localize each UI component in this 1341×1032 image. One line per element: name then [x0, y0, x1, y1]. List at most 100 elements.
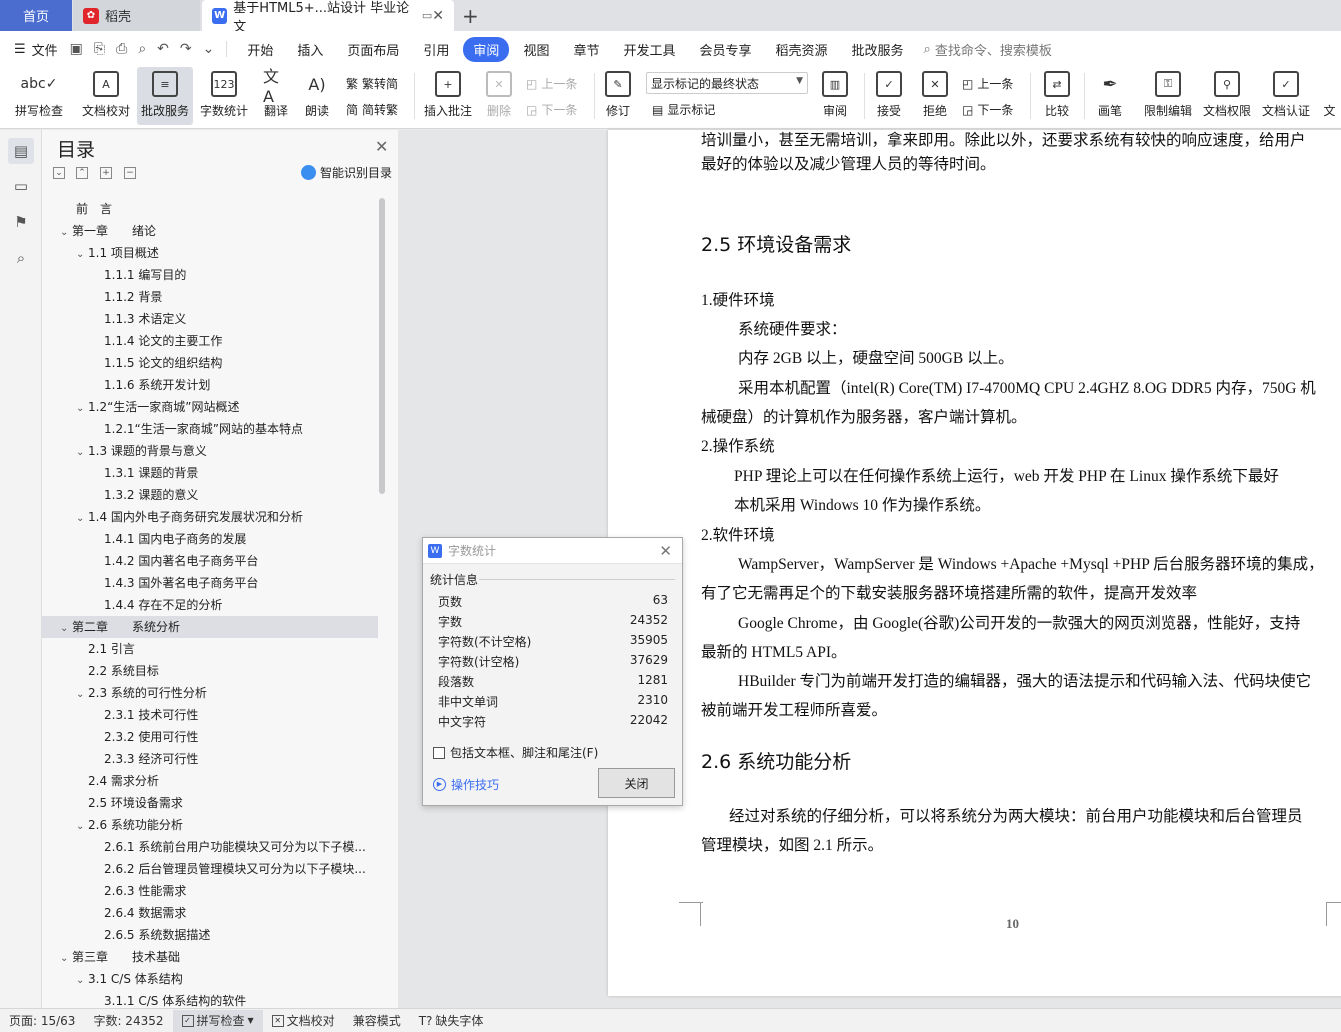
- add-tab-button[interactable]: +: [462, 4, 479, 28]
- toc-item[interactable]: 1.1.5 论文的组织结构: [42, 352, 378, 374]
- close-tab-icon[interactable]: ✕: [432, 8, 444, 24]
- toc-item[interactable]: 2.6.2 后台管理员管理模块又可分为以下子模块...: [42, 858, 378, 880]
- menu-tab[interactable]: 章节: [563, 37, 609, 62]
- menu-tab[interactable]: 会员专享: [689, 37, 761, 62]
- toc-item[interactable]: 2.6.3 性能需求: [42, 880, 378, 902]
- toc-item[interactable]: 1.1.2 背景: [42, 286, 378, 308]
- insert-comment-button[interactable]: + 插入批注: [420, 67, 476, 125]
- menu-tab[interactable]: 开发工具: [613, 37, 685, 62]
- toc-item[interactable]: 1.2.1“生活一家商城”网站的基本特点: [42, 418, 378, 440]
- word-count-indicator[interactable]: 字数: 24352: [84, 1012, 172, 1029]
- close-icon[interactable]: ✕: [659, 542, 672, 560]
- bookmark-icon[interactable]: ⚑: [8, 209, 34, 235]
- toc-item[interactable]: 1.1.6 系统开发计划: [42, 374, 378, 396]
- prev-comment-button[interactable]: ◰ 上一条: [526, 75, 577, 92]
- delete-comment-button[interactable]: ✕ 删除: [478, 67, 520, 125]
- undo-icon[interactable]: ↶: [157, 41, 169, 57]
- chevron-down-icon[interactable]: ⌄: [76, 244, 88, 264]
- proofread-toggle[interactable]: ✕ 文档校对: [263, 1012, 344, 1029]
- translate-button[interactable]: 文A 翻译: [256, 67, 296, 125]
- menu-tab[interactable]: 开始: [237, 37, 283, 62]
- monitor-icon[interactable]: ▭: [422, 9, 432, 22]
- chevron-down-icon[interactable]: ⌄: [60, 948, 72, 968]
- toc-item[interactable]: 1.4.3 国外著名电子商务平台: [42, 572, 378, 594]
- chapter-nav-icon[interactable]: ▭: [8, 173, 34, 199]
- chevron-down-icon[interactable]: ⌄: [60, 618, 72, 638]
- page-indicator[interactable]: 页面: 15/63: [0, 1012, 84, 1029]
- menu-tab[interactable]: 插入: [287, 37, 333, 62]
- file-menu[interactable]: ☰ 文件: [0, 40, 70, 59]
- toc-item[interactable]: 2.6.4 数据需求: [42, 902, 378, 924]
- close-button[interactable]: 关闭: [598, 768, 675, 798]
- toc-item[interactable]: 前 言: [42, 198, 378, 220]
- toc-item[interactable]: 2.3.2 使用可行性: [42, 726, 378, 748]
- toc-item[interactable]: ⌄ 1.1 项目概述: [42, 242, 378, 264]
- export-pdf-icon[interactable]: ⎘: [94, 41, 105, 57]
- pen-button[interactable]: ✒ 画笔: [1090, 67, 1130, 125]
- chevron-down-icon[interactable]: ⌄: [76, 508, 88, 528]
- document-rights-button[interactable]: ⚲ 文档权限: [1200, 67, 1254, 125]
- print-icon[interactable]: ⎙: [116, 41, 127, 57]
- toc-item[interactable]: 1.1.3 术语定义: [42, 308, 378, 330]
- spell-check-toggle[interactable]: ✓ 拼写检查 ▼: [172, 1009, 263, 1032]
- toc-item[interactable]: ⌄ 2.3 系统的可行性分析: [42, 682, 378, 704]
- redo-icon[interactable]: ↷: [180, 41, 192, 57]
- chevron-down-icon[interactable]: ⌄: [76, 970, 88, 990]
- toc-item[interactable]: ⌄ 第一章 绪论: [42, 220, 378, 242]
- tab-daoke[interactable]: ✿ 稻壳: [73, 0, 200, 31]
- tips-link[interactable]: ▶ 操作技巧: [433, 776, 499, 793]
- remove-heading-icon[interactable]: −: [124, 167, 136, 179]
- tab-document[interactable]: W 基于HTML5+...站设计 毕业论文 ▭ ✕: [202, 0, 454, 35]
- show-markup-button[interactable]: ▤ 显示标记: [652, 101, 715, 118]
- toc-item[interactable]: 1.3.1 课题的背景: [42, 462, 378, 484]
- toc-panel-icon[interactable]: ▤: [8, 138, 34, 164]
- add-heading-icon[interactable]: +: [100, 167, 112, 179]
- toc-item[interactable]: 2.3.3 经济可行性: [42, 748, 378, 770]
- toc-item[interactable]: ⌄ 2.6 系统功能分析: [42, 814, 378, 836]
- toc-scrollbar[interactable]: [379, 198, 385, 494]
- review-pane-button[interactable]: ▥ 审阅: [814, 67, 856, 125]
- toc-item[interactable]: 2.6.5 系统数据描述: [42, 924, 378, 946]
- toc-item[interactable]: 2.5 环境设备需求: [42, 792, 378, 814]
- toc-item[interactable]: 2.6.1 系统前台用户功能模块又可分为以下子模...: [42, 836, 378, 858]
- chevron-down-icon[interactable]: ⌄: [76, 442, 88, 462]
- simp-to-trad-button[interactable]: 简简转繁: [346, 101, 398, 118]
- accept-button[interactable]: ✓ 接受: [868, 67, 910, 125]
- toc-item[interactable]: 1.1.4 论文的主要工作: [42, 330, 378, 352]
- trad-to-simp-button[interactable]: 繁繁转简: [346, 75, 398, 92]
- reject-button[interactable]: ✕ 拒绝: [914, 67, 956, 125]
- tab-home[interactable]: 首页: [0, 0, 72, 31]
- chevron-down-icon[interactable]: ⌄: [76, 684, 88, 704]
- toc-item[interactable]: 2.3.1 技术可行性: [42, 704, 378, 726]
- restrict-editing-button[interactable]: ⚿ 限制编辑: [1140, 67, 1196, 125]
- menu-tab[interactable]: 稻壳资源: [766, 37, 838, 62]
- toc-item[interactable]: 2.2 系统目标: [42, 660, 378, 682]
- toc-item[interactable]: ⌄ 第三章 技术基础: [42, 946, 378, 968]
- spell-check-button[interactable]: abc✓ 拼写检查: [6, 67, 72, 125]
- markup-state-select[interactable]: 显示标记的最终状态 ▼: [646, 72, 808, 94]
- toc-item[interactable]: 2.1 引言: [42, 638, 378, 660]
- include-textbox-checkbox[interactable]: 包括文本框、脚注和尾注(F): [433, 744, 598, 761]
- toc-item[interactable]: ⌄ 1.2“生活一家商城”网站概述: [42, 396, 378, 418]
- proofread-button[interactable]: A 文档校对: [78, 67, 134, 125]
- next-comment-button[interactable]: ◲ 下一条: [526, 101, 577, 118]
- chevron-down-icon[interactable]: ⌄: [76, 816, 88, 836]
- menu-tab[interactable]: 审阅: [463, 36, 510, 62]
- prev-change-button[interactable]: ◰ 上一条: [962, 75, 1013, 92]
- toc-item[interactable]: ⌄ 1.3 课题的背景与意义: [42, 440, 378, 462]
- search-icon[interactable]: ⌕: [8, 245, 34, 271]
- next-change-button[interactable]: ◲ 下一条: [962, 101, 1013, 118]
- collapse-all-icon[interactable]: ⌄: [53, 167, 65, 179]
- missing-font-button[interactable]: T? 缺失字体: [410, 1012, 493, 1029]
- menu-tab[interactable]: 视图: [513, 37, 559, 62]
- print-preview-icon[interactable]: ⌕: [138, 41, 146, 57]
- toc-item[interactable]: ⌄ 1.4 国内外电子商务研究发展状况和分析: [42, 506, 378, 528]
- expand-all-icon[interactable]: ⌃: [76, 167, 88, 179]
- menu-tab[interactable]: 引用: [413, 37, 459, 62]
- correction-service-button[interactable]: ≡ 批改服务: [137, 67, 193, 125]
- more-ribbon-button[interactable]: 文: [1318, 67, 1341, 125]
- chevron-down-icon[interactable]: ⌄: [60, 222, 72, 242]
- document-page[interactable]: 培训量小，甚至无需培训，拿来即用。除此以外，还要求系统有较快的响应速度，给用户最…: [608, 130, 1341, 996]
- toc-item[interactable]: ⌄ 第二章 系统分析: [42, 616, 378, 638]
- toc-item[interactable]: 1.4.1 国内电子商务的发展: [42, 528, 378, 550]
